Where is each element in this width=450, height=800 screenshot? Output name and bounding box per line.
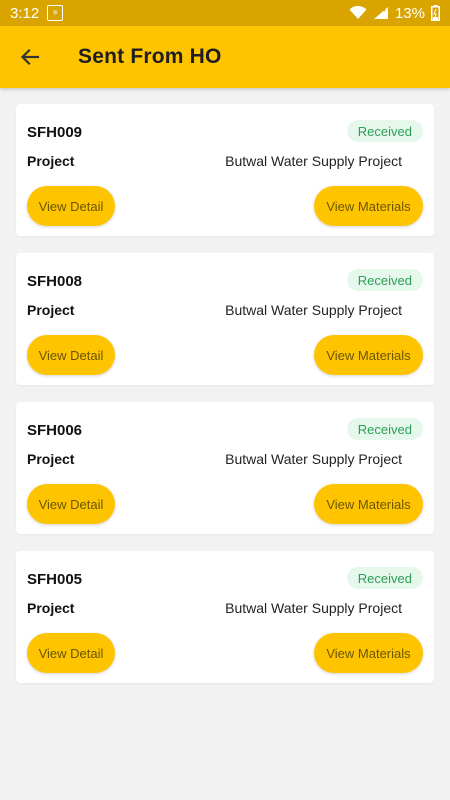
shipment-code: SFH008	[27, 273, 83, 290]
view-detail-button[interactable]: View Detail	[27, 186, 115, 226]
shipment-card: SFH009 Received Project Butwal Water Sup…	[16, 104, 434, 236]
back-button[interactable]	[10, 37, 50, 77]
shipment-code: SFH006	[27, 422, 83, 439]
view-detail-button[interactable]: View Detail	[27, 633, 115, 673]
shipment-card: SFH006 Received Project Butwal Water Sup…	[16, 402, 434, 534]
project-value: Butwal Water Supply Project	[225, 600, 402, 616]
status-bar: 3:12 रु 13%	[0, 0, 450, 26]
project-label: Project	[27, 302, 75, 318]
project-label: Project	[27, 600, 75, 616]
project-label: Project	[27, 153, 75, 169]
view-materials-button[interactable]: View Materials	[314, 186, 423, 226]
sim-notification-icon: रु	[47, 5, 64, 21]
view-materials-button[interactable]: View Materials	[314, 484, 423, 524]
status-badge: Received	[346, 269, 423, 291]
shipment-code: SFH005	[27, 571, 83, 588]
wifi-icon	[349, 6, 367, 19]
battery-icon	[431, 5, 440, 21]
view-materials-button[interactable]: View Materials	[314, 633, 423, 673]
view-materials-button[interactable]: View Materials	[314, 335, 423, 375]
project-label: Project	[27, 451, 75, 467]
shipment-card: SFH005 Received Project Butwal Water Sup…	[16, 551, 434, 683]
battery-percent: 13%	[394, 4, 425, 22]
view-detail-button[interactable]: View Detail	[27, 484, 115, 524]
shipment-list: SFH009 Received Project Butwal Water Sup…	[16, 104, 434, 700]
status-badge: Received	[346, 567, 423, 589]
status-time: 3:12	[10, 4, 40, 22]
view-detail-button[interactable]: View Detail	[27, 335, 115, 375]
app-bar: Sent From HO	[0, 26, 450, 88]
page-title: Sent From HO	[78, 45, 222, 68]
back-arrow-icon	[20, 48, 40, 66]
status-badge: Received	[346, 418, 423, 440]
shipment-code: SFH009	[27, 124, 83, 141]
project-value: Butwal Water Supply Project	[225, 451, 402, 467]
status-badge: Received	[346, 120, 423, 142]
project-value: Butwal Water Supply Project	[225, 302, 402, 318]
shipment-card: SFH008 Received Project Butwal Water Sup…	[16, 253, 434, 385]
project-value: Butwal Water Supply Project	[225, 153, 402, 169]
signal-icon	[373, 7, 388, 19]
